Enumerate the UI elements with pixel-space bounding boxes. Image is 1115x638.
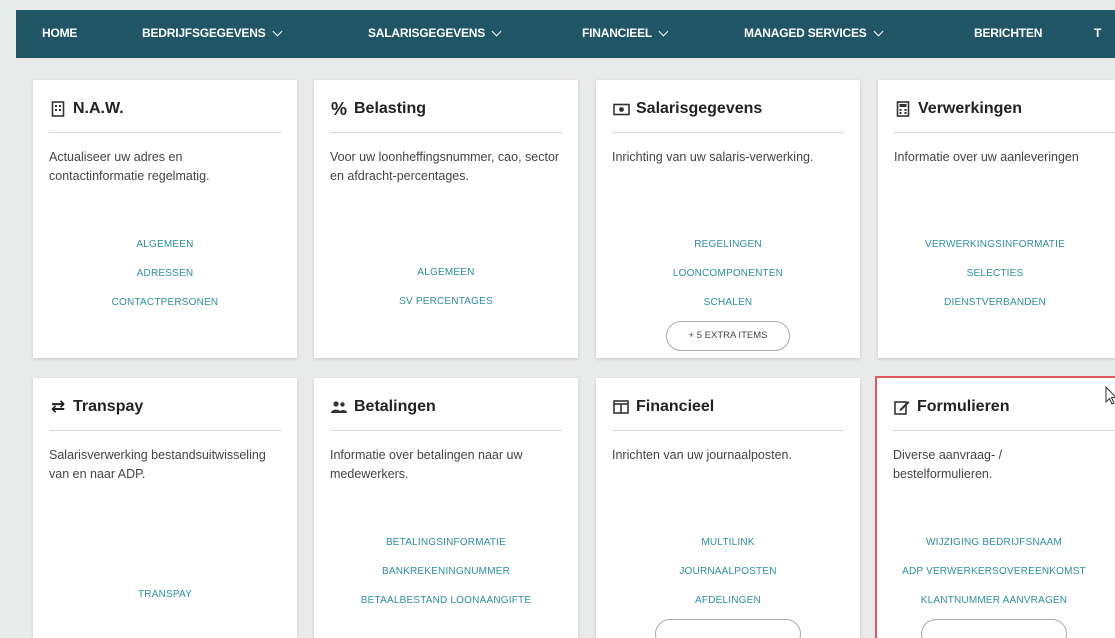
card-title: ⇄ Transpay [50, 397, 144, 416]
link-klantnummer-aanvragen[interactable]: KLANTNUMMER AANVRAGEN [877, 586, 1111, 615]
card-description: Diverse aanvraag- / bestelformulieren. [893, 448, 1003, 481]
link-multilink[interactable]: MULTILINK [596, 528, 860, 557]
card-belasting: % Belasting Voor uw loonheffingsnummer, … [314, 80, 578, 358]
chevron-down-icon [491, 26, 502, 36]
divider [330, 430, 562, 431]
divider [612, 430, 844, 431]
card-links: BETALINGSINFORMATIE BANKREKENINGNUMMER B… [314, 528, 578, 615]
edit-icon [893, 398, 911, 416]
divider [893, 430, 1115, 431]
link-sv-percentages[interactable]: SV PERCENTAGES [314, 287, 578, 316]
link-regelingen[interactable]: REGELINGEN [596, 230, 860, 259]
link-schalen[interactable]: SCHALEN [596, 288, 860, 317]
divider [49, 132, 281, 133]
link-adressen[interactable]: ADRESSEN [33, 259, 297, 288]
card-verwerkingen: Verwerkingen Informatie over uw aanlever… [878, 80, 1115, 358]
card-description: Salarisverwerking bestandsuitwisseling v… [49, 448, 266, 481]
exchange-icon: ⇄ [50, 397, 66, 416]
link-afdelingen[interactable]: AFDELINGEN [596, 586, 860, 615]
link-betaalbestand-loonaangifte[interactable]: BETAALBESTAND LOONAANGIFTE [314, 586, 578, 615]
card-title: % Belasting [330, 98, 427, 119]
link-dienstverbanden[interactable]: DIENSTVERBANDEN [878, 288, 1112, 317]
nav-bedrijfsgegevens[interactable]: BEDRIJFSGEGEVENS [142, 26, 282, 40]
chevron-down-icon [873, 26, 884, 36]
card-links: REGELINGEN LOONCOMPONENTEN SCHALEN + 5 E… [596, 230, 860, 351]
link-bankrekeningnummer[interactable]: BANKREKENINGNUMMER [314, 557, 578, 586]
card-links: TRANSPAY [33, 580, 297, 609]
nav-berichten[interactable]: BERICHTEN [974, 26, 1042, 40]
link-verwerkingsinformatie[interactable]: VERWERKINGSINFORMATIE [878, 230, 1112, 259]
mouse-cursor-icon [1105, 386, 1115, 405]
card-betalingen: Betalingen Informatie over betalingen na… [314, 378, 578, 638]
link-adp-verwerkersovereenkomst[interactable]: ADP VERWERKERSOVEREENKOMST [877, 557, 1111, 586]
divider [330, 132, 562, 133]
card-title: N.A.W. [49, 100, 124, 118]
link-journaalposten[interactable]: JOURNAALPOSTEN [596, 557, 860, 586]
card-links: MULTILINK JOURNAALPOSTEN AFDELINGEN [596, 528, 860, 638]
card-salarisgegevens: Salarisgegevens Inrichting van uw salari… [596, 80, 860, 358]
nav-salarisgegevens[interactable]: SALARISGEGEVENS [368, 26, 502, 40]
link-algemeen[interactable]: ALGEMEEN [33, 230, 297, 259]
card-description: Informatie over uw aanleveringen [894, 150, 1079, 164]
card-title: Formulieren [893, 398, 1009, 416]
chevron-down-icon [272, 26, 282, 36]
card-title: Financieel [612, 398, 714, 416]
nav-more[interactable]: T [1094, 26, 1101, 40]
card-links: ALGEMEEN ADRESSEN CONTACTPERSONEN [33, 230, 297, 317]
card-description: Voor uw loonheffingsnummer, cao, sector … [330, 150, 560, 183]
money-icon [612, 100, 630, 118]
card-naw: N.A.W. Actualiseer uw adres en contactin… [33, 80, 297, 358]
chevron-down-icon [658, 26, 669, 36]
users-icon [330, 398, 348, 416]
link-wijziging-bedrijfsnaam[interactable]: WIJZIGING BEDRIJFSNAAM [877, 528, 1111, 557]
card-description: Inrichten van uw journaalposten. [612, 448, 792, 462]
columns-icon [612, 398, 630, 416]
card-description: Informatie over betalingen naar uw medew… [330, 448, 523, 481]
link-looncomponenten[interactable]: LOONCOMPONENTEN [596, 259, 860, 288]
extra-items-button[interactable] [655, 619, 801, 638]
card-title: Betalingen [330, 398, 436, 416]
extra-items-button[interactable]: + 5 EXTRA ITEMS [665, 321, 791, 351]
extra-items-button[interactable] [921, 619, 1067, 638]
card-links: VERWERKINGSINFORMATIE SELECTIES DIENSTVE… [878, 230, 1112, 317]
card-financieel: Financieel Inrichten van uw journaalpost… [596, 378, 860, 638]
calculator-icon [894, 100, 912, 118]
card-description: Actualiseer uw adres en contactinformati… [49, 150, 210, 183]
card-description: Inrichting van uw salaris-verwerking. [612, 150, 814, 164]
link-contactpersonen[interactable]: CONTACTPERSONEN [33, 288, 297, 317]
percent-icon: % [330, 98, 347, 119]
link-algemeen[interactable]: ALGEMEEN [314, 258, 578, 287]
nav-financieel[interactable]: FINANCIEEL [582, 26, 669, 40]
card-transpay: ⇄ Transpay Salarisverwerking bestandsuit… [33, 378, 297, 638]
nav-home[interactable]: HOME [42, 26, 77, 40]
divider [49, 430, 281, 431]
card-formulieren: Formulieren Diverse aanvraag- / bestelfo… [875, 376, 1115, 638]
nav-managed-services[interactable]: MANAGED SERVICES [744, 26, 884, 40]
card-links: WIJZIGING BEDRIJFSNAAM ADP VERWERKERSOVE… [877, 528, 1111, 638]
building-icon [49, 100, 67, 118]
divider [612, 132, 844, 133]
card-title: Salarisgegevens [612, 100, 762, 118]
card-title: Verwerkingen [894, 100, 1022, 118]
link-selecties[interactable]: SELECTIES [878, 259, 1112, 288]
link-transpay[interactable]: TRANSPAY [33, 580, 297, 609]
link-betalingsinformatie[interactable]: BETALINGSINFORMATIE [314, 528, 578, 557]
divider [894, 132, 1115, 133]
main-nav: HOME BEDRIJFSGEGEVENS SALARISGEGEVENS FI… [16, 10, 1115, 58]
card-links: ALGEMEEN SV PERCENTAGES [314, 258, 578, 316]
